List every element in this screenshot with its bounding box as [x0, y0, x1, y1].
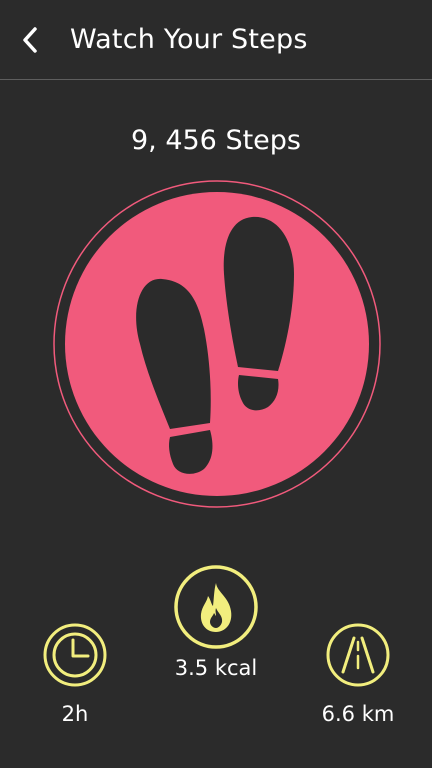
step-count: 9, 456 Steps [130, 125, 301, 156]
steps-circle [53, 180, 381, 508]
back-button[interactable] [12, 22, 48, 58]
flame-icon [174, 565, 258, 649]
distance-stat: 6.6 km [298, 622, 418, 728]
page-title: Watch Your Steps [70, 24, 308, 55]
calories-stat: 3.5 kcal [146, 564, 286, 682]
app-header: Watch Your Steps [0, 0, 432, 80]
calories-value: 3.5 kcal [174, 656, 258, 680]
chevron-left-icon [23, 27, 37, 53]
right-shoe-sole [223, 216, 294, 371]
road-icon [326, 623, 390, 687]
distance-value: 6.6 km [321, 702, 395, 726]
duration-stat: 2h [25, 622, 125, 728]
steps-circle-fill [65, 192, 369, 496]
duration-value: 2h [61, 702, 89, 726]
clock-icon [43, 623, 107, 687]
